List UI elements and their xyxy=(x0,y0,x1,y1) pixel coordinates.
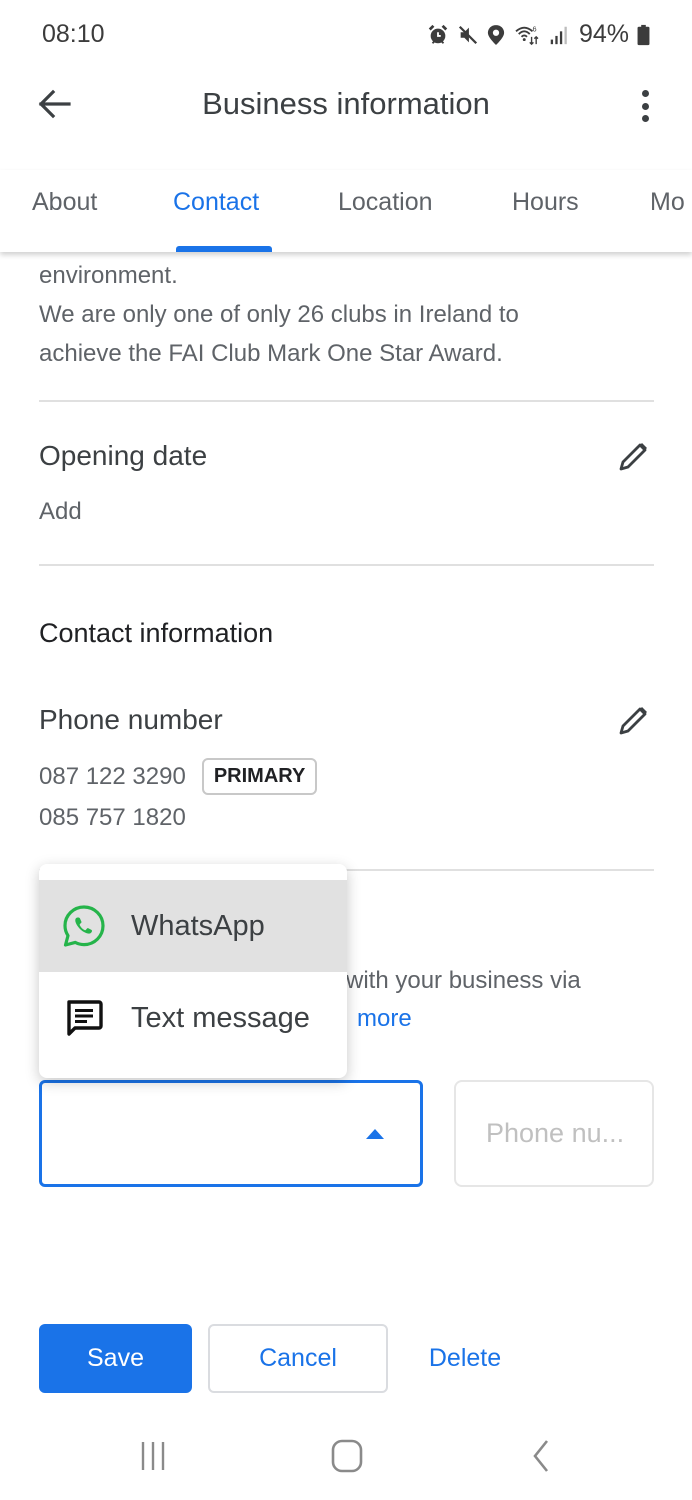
phone-number-secondary: 085 757 1820 xyxy=(39,804,186,832)
edit-phone-button[interactable] xyxy=(616,704,652,740)
arrow-drop-up-icon xyxy=(366,1129,384,1139)
recents-button[interactable] xyxy=(128,1438,178,1478)
edit-opening-date-button[interactable] xyxy=(616,440,652,476)
tab-more[interactable]: Mo xyxy=(650,188,685,217)
dropdown-item-whatsapp[interactable]: WhatsApp xyxy=(39,880,347,972)
divider xyxy=(39,564,654,566)
phone-number-value: 085 757 1820 xyxy=(39,804,186,831)
description-line: environment. xyxy=(39,262,178,289)
dropdown-item-label: Text message xyxy=(131,1001,310,1034)
contact-information-heading: Contact information xyxy=(39,618,274,648)
status-bar: 08:10 6 94% xyxy=(0,0,692,70)
active-tab-indicator xyxy=(176,246,272,252)
wifi-6-icon: 6 xyxy=(513,24,541,46)
more-options-button[interactable] xyxy=(638,86,652,126)
tab-location[interactable]: Location xyxy=(338,188,433,217)
home-button[interactable] xyxy=(322,1438,372,1478)
learn-more-link[interactable]: more xyxy=(357,1005,412,1032)
business-description: environment. We are only one of only 26 … xyxy=(39,256,654,373)
battery-percent: 94% xyxy=(578,20,629,48)
app-bar: Business information xyxy=(0,70,692,142)
pencil-icon xyxy=(616,443,650,478)
phone-number-value: 087 122 3290 xyxy=(39,762,186,790)
recents-icon xyxy=(137,1440,169,1477)
chat-type-select[interactable] xyxy=(39,1080,423,1187)
save-button[interactable]: Save xyxy=(39,1324,192,1393)
phone-number-primary: 087 122 3290 PRIMARY xyxy=(39,758,318,795)
status-time: 08:10 xyxy=(42,20,105,48)
description-line: achieve the FAI Club Mark One Star Award… xyxy=(39,340,503,367)
chat-type-dropdown: WhatsApp Text message xyxy=(39,864,347,1078)
system-nav-bar xyxy=(0,1420,692,1500)
tab-hours[interactable]: Hours xyxy=(512,188,579,217)
mute-icon xyxy=(457,24,479,46)
svg-text:6: 6 xyxy=(532,24,536,33)
tab-contact[interactable]: Contact xyxy=(173,188,259,217)
sms-icon xyxy=(59,993,109,1043)
chat-phone-input[interactable] xyxy=(454,1080,654,1187)
pencil-icon xyxy=(616,707,650,742)
delete-button[interactable]: Delete xyxy=(410,1324,520,1393)
primary-badge: PRIMARY xyxy=(201,758,318,795)
tab-about[interactable]: About xyxy=(32,188,97,217)
page-title: Business information xyxy=(202,86,490,121)
more-vert-icon-dot xyxy=(641,115,649,122)
system-back-button[interactable] xyxy=(516,1438,566,1478)
whatsapp-icon xyxy=(59,901,109,951)
cancel-button[interactable]: Cancel xyxy=(208,1324,388,1393)
opening-date-value[interactable]: Add xyxy=(39,498,82,526)
phone-number-label: Phone number xyxy=(39,704,223,735)
more-vert-icon-dot xyxy=(641,102,649,110)
description-line: We are only one of only 26 clubs in Irel… xyxy=(39,301,519,328)
divider xyxy=(39,400,654,402)
opening-date-label: Opening date xyxy=(39,440,208,471)
dropdown-item-label: WhatsApp xyxy=(131,909,265,942)
status-icons: 6 94% xyxy=(427,20,650,49)
more-vert-icon-dot xyxy=(641,90,649,97)
tab-bar: About Contact Location Hours Mo xyxy=(0,170,692,252)
signal-icon xyxy=(549,24,569,46)
home-icon xyxy=(331,1439,363,1478)
battery-icon xyxy=(637,24,650,46)
alarm-icon xyxy=(427,24,449,46)
dropdown-item-text-message[interactable]: Text message xyxy=(39,972,347,1064)
location-icon xyxy=(487,24,505,46)
back-icon xyxy=(529,1438,553,1479)
